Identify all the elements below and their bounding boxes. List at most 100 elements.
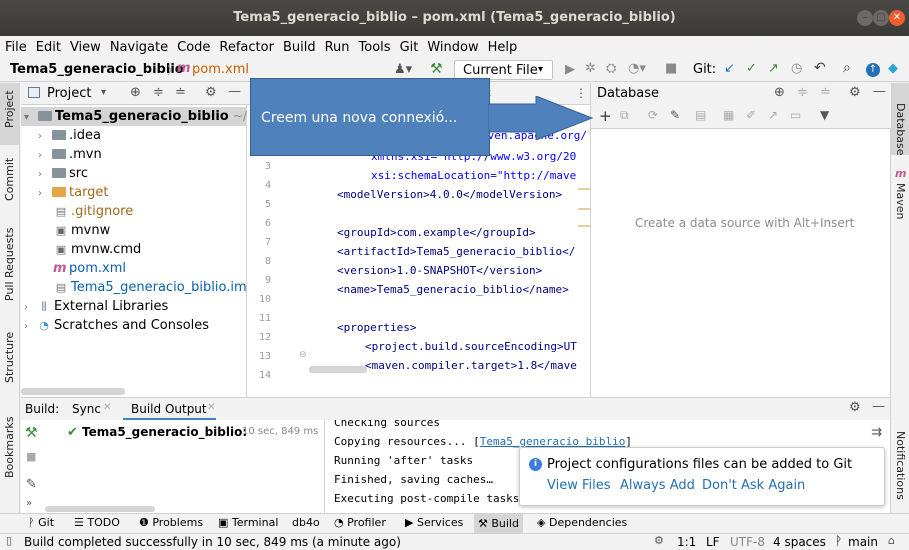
tab-pull-requests[interactable]: Pull Requests <box>3 228 16 301</box>
tree-item-gitignore[interactable]: ▤ .gitignore <box>21 202 247 221</box>
hide-icon[interactable]: — <box>228 84 241 99</box>
tab-project[interactable]: Project <box>3 90 16 128</box>
coverage-icon[interactable]: ⛭ <box>606 61 616 76</box>
tree-item-external-libraries[interactable]: › ⫼ External Libraries <box>21 297 247 316</box>
run-icon[interactable]: ▶ <box>565 62 575 77</box>
expand-all-icon[interactable]: ≑ <box>153 85 164 100</box>
tab-commit[interactable]: Commit <box>3 158 16 201</box>
update-icon[interactable]: ↑ <box>866 63 880 77</box>
menu-refactor[interactable]: Refactor <box>219 40 274 55</box>
tree-item-iml[interactable]: ▤ Tema5_generacio_biblio.iml <box>21 278 250 297</box>
hammer-icon[interactable]: ⚒ <box>25 425 38 441</box>
gear-icon[interactable]: ⚙ <box>654 534 664 547</box>
git-commit-icon[interactable]: ✓ <box>746 61 757 76</box>
tree-root[interactable]: ▾Tema5_generacio_biblio ~/Ide <box>21 107 266 126</box>
lock-icon[interactable]: ⌂ <box>888 534 895 547</box>
minimize-icon[interactable]: – <box>857 10 873 26</box>
menu-view[interactable]: View <box>70 40 101 55</box>
tab-todo[interactable]: ☰ TODO <box>74 516 120 529</box>
tab-services[interactable]: ▶ Services <box>405 516 463 529</box>
git-update-icon[interactable]: ↙ <box>724 61 735 76</box>
stop-icon[interactable]: ▤ <box>695 108 706 122</box>
more-icon[interactable]: » <box>26 498 32 509</box>
rollback-icon[interactable]: ↶ <box>814 60 826 76</box>
menu-edit[interactable]: Edit <box>36 40 61 55</box>
stop-icon[interactable]: ■ <box>26 450 36 463</box>
hammer-icon[interactable]: ⚒ <box>430 61 443 77</box>
tree-item-idea[interactable]: › .idea <box>21 126 247 145</box>
tab-build[interactable]: ⚒ Build <box>474 514 523 533</box>
gear-icon[interactable]: ⚙ <box>205 85 217 100</box>
menu-navigate[interactable]: Navigate <box>110 40 168 55</box>
wrench-icon[interactable]: ✎ <box>26 477 37 492</box>
tree-item-src[interactable]: › src <box>21 164 247 183</box>
tab-maven[interactable]: Maven <box>894 183 907 219</box>
tab-git[interactable]: ᚹ Git <box>28 516 54 529</box>
stop-icon[interactable]: ■ <box>665 61 677 76</box>
tab-terminal[interactable]: ▣ Terminal <box>218 516 278 529</box>
dont-ask-again-link[interactable]: Don't Ask Again <box>702 478 805 493</box>
collapse-all-icon[interactable]: ≐ <box>820 85 831 100</box>
indent-setting[interactable]: 4 spaces <box>773 535 826 549</box>
menu-file[interactable]: File <box>5 40 27 55</box>
menu-git[interactable]: Git <box>400 40 419 55</box>
soft-wrap-icon[interactable]: ⇉ <box>871 425 882 440</box>
tree-item-mvnw-cmd[interactable]: ▣ mvnw.cmd <box>21 240 247 259</box>
table-icon[interactable]: ▦ <box>723 108 734 122</box>
file-encoding[interactable]: UTF-8 <box>730 535 765 549</box>
menu-help[interactable]: Help <box>488 40 518 55</box>
add-data-source-icon[interactable]: + <box>599 107 612 125</box>
user-icon[interactable]: ♟▾ <box>394 62 412 77</box>
hide-icon[interactable]: — <box>872 399 885 414</box>
tab-database[interactable]: Database <box>894 103 907 156</box>
menu-tools[interactable]: Tools <box>359 40 391 55</box>
always-add-link[interactable]: Always Add <box>620 478 695 493</box>
jetbrains-icon[interactable]: ◆ <box>888 61 898 76</box>
expand-all-icon[interactable]: ≑ <box>797 85 808 100</box>
tree-item-target[interactable]: › target <box>21 183 247 202</box>
profile-icon[interactable]: ◔▾ <box>628 61 646 76</box>
history-icon[interactable]: ◷ <box>791 61 802 76</box>
close-tab-icon[interactable]: ✕ <box>103 402 111 413</box>
horizontal-scrollbar[interactable] <box>21 388 125 395</box>
tree-item-pom[interactable]: m pom.xml <box>21 259 247 278</box>
line-separator[interactable]: LF <box>706 535 720 549</box>
filter-icon[interactable]: ▼ <box>820 108 829 122</box>
caret-position[interactable]: 1:1 <box>677 535 696 549</box>
edit-icon[interactable]: ✐ <box>746 108 756 122</box>
run-config-select[interactable]: Current File ▾ <box>454 60 553 80</box>
menu-code[interactable]: Code <box>177 40 210 55</box>
properties-icon[interactable]: ✎ <box>670 108 680 122</box>
close-icon[interactable]: ✕ <box>889 10 905 26</box>
breadcrumb-file[interactable]: pom.xml <box>192 62 249 77</box>
jump-to-icon[interactable]: ↗ <box>768 108 778 122</box>
locate-icon[interactable]: ⊕ <box>774 85 785 100</box>
tab-sync[interactable]: Sync <box>72 402 101 416</box>
locate-icon[interactable]: ⊕ <box>130 85 141 100</box>
tab-db4o[interactable]: db4o <box>292 516 320 529</box>
tab-build-output[interactable]: Build Output <box>131 402 207 416</box>
tab-problems[interactable]: ❶ Problems <box>139 516 203 529</box>
status-message[interactable]: Build completed successfully in 10 sec, … <box>24 535 401 549</box>
gear-icon[interactable]: ⚙ <box>849 85 861 100</box>
gear-icon[interactable]: ⚙ <box>849 400 861 415</box>
menu-run[interactable]: Run <box>325 40 350 55</box>
tab-notifications[interactable]: Notifications <box>894 431 907 500</box>
panel-toggle-icon[interactable]: ▯ <box>6 534 12 547</box>
tab-profiler[interactable]: ◔ Profiler <box>334 516 386 529</box>
git-branch[interactable]: main <box>848 535 878 549</box>
tree-item-scratches[interactable]: › ◔ Scratches and Consoles <box>21 316 247 335</box>
horizontal-scrollbar[interactable] <box>45 506 155 512</box>
collapse-all-icon[interactable]: ≐ <box>175 85 186 100</box>
refresh-icon[interactable]: ⟳ <box>648 108 658 122</box>
chevron-down-icon[interactable]: ▾ <box>101 87 106 98</box>
debug-icon[interactable]: ✲ <box>585 61 596 76</box>
close-tab-icon[interactable]: ✕ <box>207 402 215 413</box>
project-panel-title[interactable]: Project <box>47 86 91 101</box>
console-icon[interactable]: ▭ <box>790 108 801 122</box>
tree-item-mvnw[interactable]: ▣ mvnw <box>21 221 247 240</box>
maximize-icon[interactable]: ▢ <box>873 10 889 26</box>
menu-window[interactable]: Window <box>427 40 478 55</box>
fold-icon[interactable]: ⊖ <box>299 350 307 360</box>
horizontal-scrollbar[interactable] <box>309 366 367 373</box>
